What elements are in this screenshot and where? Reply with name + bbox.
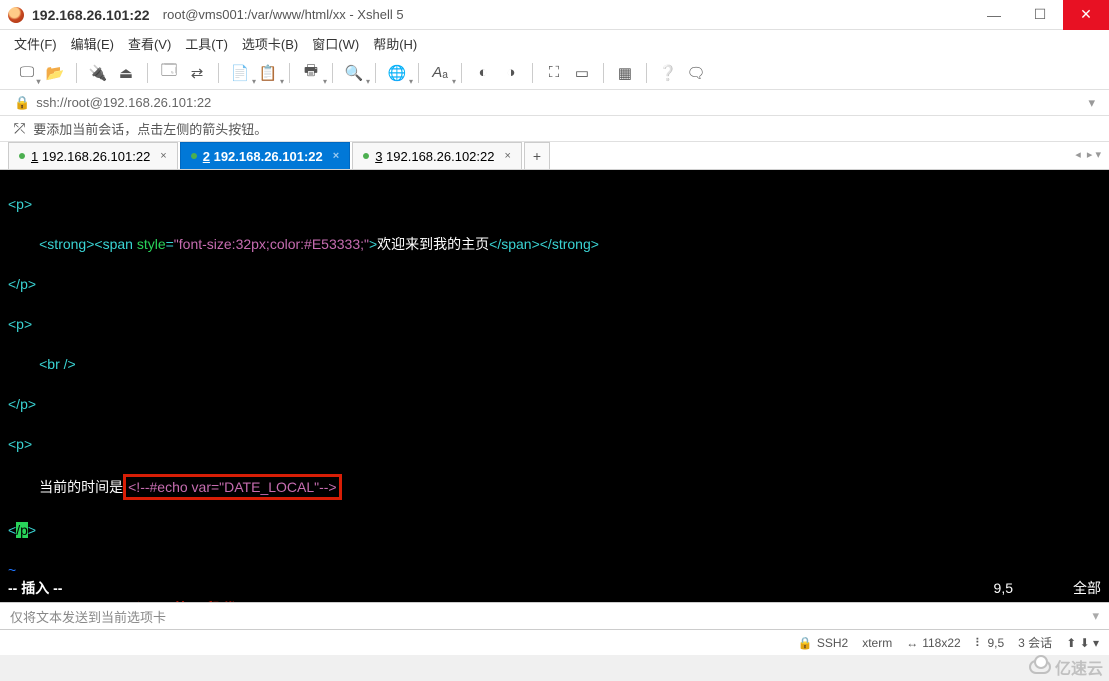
vim-percent: 全部 (1073, 578, 1101, 598)
tab-status-icon (19, 153, 25, 159)
menu-file[interactable]: 文件(F) (14, 34, 57, 53)
simple-button[interactable]: ▭ (569, 60, 595, 86)
reconnect-button[interactable]: 🔌 (85, 60, 111, 86)
maximize-button[interactable] (1017, 0, 1063, 30)
window-controls (971, 0, 1109, 30)
menu-tools[interactable]: 工具(T) (185, 34, 228, 53)
tab-1[interactable]: 1 192.168.26.101:22 × (8, 142, 178, 169)
toolbar: 🖵 📂 🔌 ⏏ 🗔 ⇄ 📄 📋 🖶 🔍 🌐 Aₐ ◐ ◑ ⛶ ▭ ▦ ❔ 🗨 (0, 56, 1109, 90)
title-ip: 192.168.26.101:22 (32, 7, 150, 23)
tab-status-icon (191, 153, 197, 159)
cursor: /p (16, 522, 28, 538)
tab-2[interactable]: 2 192.168.26.101:22 × (180, 142, 350, 169)
keypad-button[interactable]: ▦ (612, 60, 638, 86)
hint-bar: ⤱ 要添加当前会话，点击左侧的箭头按钮。 (0, 116, 1109, 142)
font-button[interactable]: Aₐ (427, 60, 453, 86)
compose-button[interactable]: 🗨 (683, 60, 709, 86)
status-nav[interactable]: ⬆ ⬇ ▾ (1066, 636, 1099, 650)
size-icon: ↔ (906, 636, 918, 650)
disconnect-button[interactable]: ⏏ (113, 60, 139, 86)
tab-close-icon[interactable]: × (160, 150, 166, 162)
terminal[interactable]: <p> <strong><span style="font-size:32px;… (0, 170, 1109, 602)
vim-status-line: -- 插入 -- 9,5 全部 (8, 578, 1101, 598)
address-text: ssh://root@192.168.26.101:22 (36, 95, 211, 110)
menu-view[interactable]: 查看(V) (128, 34, 171, 53)
tab-nav-icon[interactable]: ◂ ▸ ▾ (1075, 148, 1101, 161)
status-ssh: 🔒SSH2 (798, 636, 848, 650)
tab-close-icon[interactable]: × (333, 150, 339, 162)
tab-add-button[interactable]: + (524, 142, 550, 169)
hint-arrow-icon[interactable]: ⤱ (14, 120, 25, 137)
paste-button[interactable]: 📋 (255, 60, 281, 86)
app-icon (8, 7, 24, 23)
ssi-highlight-box: <!--#echo var="DATE_LOCAL"--> (123, 474, 341, 500)
status-cursor: ⠇9,5 (975, 636, 1004, 650)
tab-status-icon (363, 153, 369, 159)
properties-button[interactable]: 🗔 (156, 60, 182, 86)
menu-tab[interactable]: 选项卡(B) (242, 34, 298, 53)
title-bar: 192.168.26.101:22 root@vms001:/var/www/h… (0, 0, 1109, 30)
color2-button[interactable]: ◑ (498, 60, 524, 86)
tab-3[interactable]: 3 192.168.26.102:22 × (352, 142, 522, 169)
compose-placeholder: 仅将文本发送到当前选项卡 (10, 607, 166, 626)
color1-button[interactable]: ◐ (470, 60, 496, 86)
open-button[interactable]: 📂 (42, 60, 68, 86)
vim-mode: -- 插入 -- (8, 578, 62, 598)
address-bar[interactable]: 🔒 ssh://root@192.168.26.101:22 ▾ (0, 90, 1109, 116)
new-session-button[interactable]: 🖵 (14, 60, 40, 86)
lock-icon: 🔒 (14, 95, 30, 111)
cursor-icon: ⠇ (975, 636, 984, 650)
tab-strip: 1 192.168.26.101:22 × 2 192.168.26.101:2… (0, 142, 1109, 170)
menu-help[interactable]: 帮助(H) (373, 34, 417, 53)
address-dropdown-icon[interactable]: ▾ (1088, 95, 1095, 111)
status-size: ↔118x22 (906, 636, 960, 650)
lang-button[interactable]: 🌐 (384, 60, 410, 86)
copy-button[interactable]: 📄 (227, 60, 253, 86)
fullscreen-button[interactable]: ⛶ (541, 60, 567, 86)
status-sessions: 3 会话 (1018, 634, 1052, 651)
menu-window[interactable]: 窗口(W) (312, 34, 359, 53)
menu-edit[interactable]: 编辑(E) (71, 34, 114, 53)
cloud-icon (1029, 660, 1051, 674)
help-button[interactable]: ❔ (655, 60, 681, 86)
title-path: root@vms001:/var/www/html/xx - Xshell 5 (156, 7, 404, 22)
compose-input[interactable]: 仅将文本发送到当前选项卡 ▾ (0, 602, 1109, 630)
tab-close-icon[interactable]: × (504, 150, 510, 162)
close-button[interactable] (1063, 0, 1109, 30)
transfer-button[interactable]: ⇄ (184, 60, 210, 86)
menu-bar: 文件(F) 编辑(E) 查看(V) 工具(T) 选项卡(B) 窗口(W) 帮助(… (0, 30, 1109, 56)
find-button[interactable]: 🔍 (341, 60, 367, 86)
vim-position: 9,5 (994, 578, 1013, 598)
minimize-button[interactable] (971, 0, 1017, 30)
hint-text: 要添加当前会话，点击左侧的箭头按钮。 (33, 119, 267, 138)
lock-icon: 🔒 (798, 636, 813, 650)
status-bar: 🔒SSH2 xterm ↔118x22 ⠇9,5 3 会话 ⬆ ⬇ ▾ (0, 630, 1109, 655)
compose-dropdown-icon[interactable]: ▾ (1092, 608, 1099, 624)
print-button[interactable]: 🖶 (298, 60, 324, 86)
status-term: xterm (862, 636, 892, 650)
watermark: 亿速云 (1029, 655, 1103, 679)
